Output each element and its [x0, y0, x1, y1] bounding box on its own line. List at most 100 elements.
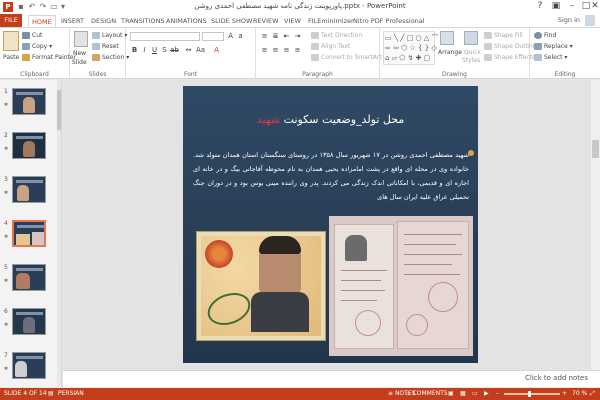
animation-star-icon: ✱: [4, 234, 9, 240]
tab-view[interactable]: VIEW: [281, 15, 304, 27]
paste-icon[interactable]: [3, 31, 19, 51]
thumbnail-scrollbar-thumb[interactable]: [57, 90, 61, 130]
shrink-font-icon[interactable]: a: [236, 32, 245, 41]
paste-button[interactable]: Paste: [3, 53, 19, 62]
save-icon[interactable]: ▪: [16, 2, 26, 12]
tab-animations[interactable]: ANIMATIONS: [163, 15, 210, 27]
tab-nitro-pdf[interactable]: Nitro PDF Professional: [350, 15, 428, 27]
vertical-scrollbar-thumb[interactable]: [592, 140, 599, 158]
new-slide-label-2[interactable]: Slide: [72, 58, 87, 67]
ribbon-display-icon[interactable]: ▣: [548, 0, 564, 13]
align-center-icon[interactable]: ≡: [271, 46, 280, 55]
font-family-select[interactable]: [130, 32, 200, 41]
strikethrough-icon[interactable]: ab: [170, 46, 179, 55]
slide-body-text[interactable]: شهید مصطفی احمدی روشن در ۱۷ شهریور سال ۱…: [193, 148, 469, 204]
zoom-level[interactable]: 70 %: [572, 388, 587, 400]
numbering-icon[interactable]: ≣: [271, 32, 280, 41]
char-spacing-icon[interactable]: ↔: [184, 46, 193, 55]
slide-canvas[interactable]: محل تولد_وضعیت سکونت شهید شهید مصطفی احم…: [183, 86, 478, 363]
bullets-icon[interactable]: ≡: [260, 32, 269, 41]
tab-insert[interactable]: INSERT: [58, 15, 87, 27]
tab-design[interactable]: DESIGN: [88, 15, 119, 27]
tab-file[interactable]: FILE: [0, 14, 22, 27]
increase-indent-icon[interactable]: ⇥: [293, 32, 302, 41]
justify-icon[interactable]: ≡: [293, 46, 302, 55]
slide-thumbnail-selected[interactable]: 4 ✱: [0, 220, 60, 258]
vertical-scrollbar[interactable]: [591, 80, 600, 370]
normal-view-icon[interactable]: ▣: [448, 388, 454, 400]
zoom-out-icon[interactable]: –: [496, 388, 499, 400]
shape-fill-button[interactable]: Shape Fill: [484, 31, 523, 40]
cut-button[interactable]: Cut: [22, 31, 42, 40]
zoom-slider-thumb[interactable]: [528, 391, 531, 397]
slide-thumbnail[interactable]: 3 ✱: [0, 176, 60, 214]
shapes-gallery[interactable]: ▭ ╲ ╱ □ ○ △ ⌒ ⇨ ⇦ ⬡ ☆ { } ◇ ⌂ ▱ ⬠ ↯ ✚ ▢: [383, 31, 439, 65]
zoom-in-icon[interactable]: +: [562, 388, 567, 400]
customize-qat-icon[interactable]: ▾: [58, 2, 68, 12]
slide-thumbnail[interactable]: 6 ✱: [0, 308, 60, 346]
fit-slide-icon[interactable]: ⤢: [590, 388, 595, 400]
paragraph-group-label: Paragraph: [302, 71, 333, 78]
text-direction-button[interactable]: Text Direction: [311, 31, 362, 40]
layout-button[interactable]: Layout ▾: [92, 31, 127, 40]
align-left-icon[interactable]: ≡: [260, 46, 269, 55]
slide-sorter-icon[interactable]: ▦: [460, 388, 466, 400]
slide-thumbnail[interactable]: 7 ✱: [0, 352, 60, 387]
tab-fileminimizer[interactable]: FILEminimizer: [305, 15, 357, 27]
replace-button[interactable]: Replace ▾: [534, 42, 573, 51]
convert-smartart-button[interactable]: Convert to SmartArt: [311, 53, 382, 62]
font-color-icon[interactable]: A: [212, 46, 221, 55]
slide-thumbnail[interactable]: 1 ✱: [0, 88, 60, 126]
redo-icon[interactable]: ↷: [38, 2, 48, 12]
shadow-icon[interactable]: S: [160, 46, 169, 55]
language-indicator[interactable]: PERSIAN: [58, 388, 84, 400]
slideshow-view-icon[interactable]: ▶: [484, 388, 489, 400]
bold-icon[interactable]: B: [130, 46, 139, 55]
birth-certificate-image[interactable]: [329, 216, 473, 356]
align-right-icon[interactable]: ≡: [282, 46, 291, 55]
select-button[interactable]: Select ▾: [534, 53, 567, 62]
quick-styles-icon[interactable]: [464, 31, 478, 45]
section-button[interactable]: Section ▾: [92, 53, 129, 62]
shape-outline-button[interactable]: Shape Outline: [484, 42, 536, 51]
tab-transitions[interactable]: TRANSITIONS: [118, 15, 168, 27]
tab-slide-show[interactable]: SLIDE SHOW: [208, 15, 255, 27]
thumbnail-scrollbar[interactable]: [57, 80, 61, 387]
undo-icon[interactable]: ↶: [27, 2, 37, 12]
tab-review[interactable]: REVIEW: [250, 15, 282, 27]
underline-icon[interactable]: U: [150, 46, 159, 55]
shape-effects-button[interactable]: Shape Effects: [484, 53, 535, 62]
slide-counter: SLIDE 4 OF 14: [4, 390, 47, 397]
zoom-slider[interactable]: [504, 393, 560, 395]
comments-button[interactable]: ▭ COMMENTS: [405, 388, 448, 400]
align-text-button[interactable]: Align Text: [311, 42, 350, 51]
decrease-indent-icon[interactable]: ⇤: [282, 32, 291, 41]
copy-button[interactable]: Copy ▾: [22, 42, 52, 51]
reset-button[interactable]: Reset: [92, 42, 119, 51]
format-painter-button[interactable]: Format Painter: [22, 53, 76, 62]
slide-title[interactable]: محل تولد_وضعیت سکونت شهید: [183, 113, 478, 126]
arrange-icon[interactable]: [440, 31, 454, 45]
slide-thumbnail[interactable]: 5 ✱: [0, 264, 60, 302]
slide-editing-area[interactable]: محل تولد_وضعیت سکونت شهید شهید مصطفی احم…: [63, 80, 600, 370]
notes-pane[interactable]: Click to add notes: [63, 370, 600, 387]
quick-styles-label-2[interactable]: Styles: [462, 56, 480, 65]
notes-placeholder[interactable]: Click to add notes: [525, 374, 588, 382]
new-slide-label[interactable]: New: [73, 49, 86, 58]
slide-thumbnail[interactable]: 2 ✱: [0, 132, 60, 170]
martyr-portrait-image[interactable]: [196, 231, 326, 341]
new-slide-icon[interactable]: [74, 31, 88, 47]
close-button[interactable]: ✕: [590, 0, 600, 13]
change-case-icon[interactable]: Aa: [196, 46, 205, 55]
sign-in-link[interactable]: Sign in: [558, 16, 580, 24]
grow-font-icon[interactable]: A: [226, 32, 235, 41]
spellcheck-icon[interactable]: ▤: [48, 388, 54, 400]
italic-icon[interactable]: I: [140, 46, 149, 55]
avatar[interactable]: [585, 15, 595, 26]
find-button[interactable]: Find: [534, 31, 556, 40]
arrange-button[interactable]: Arrange: [438, 48, 462, 57]
reading-view-icon[interactable]: ▭: [472, 388, 478, 400]
tab-home[interactable]: HOME: [28, 15, 56, 27]
help-icon[interactable]: ?: [532, 0, 548, 13]
font-size-select[interactable]: [202, 32, 224, 41]
